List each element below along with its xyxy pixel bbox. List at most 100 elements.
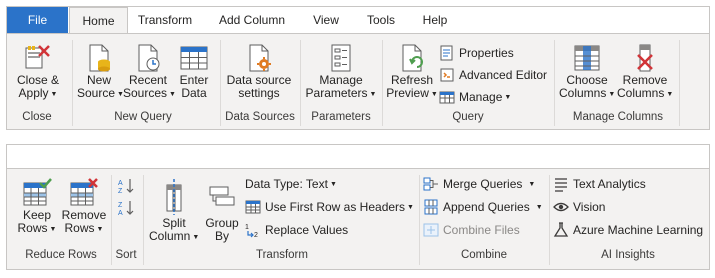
new-source-button[interactable]: New Source ▼ xyxy=(77,42,124,101)
tab-help[interactable]: Help xyxy=(415,7,455,33)
group-by-button[interactable]: Group By xyxy=(203,177,241,243)
group-divider xyxy=(72,40,73,126)
chevron-down-icon: ▼ xyxy=(369,91,377,98)
group-divider xyxy=(419,175,420,265)
group-divider xyxy=(111,175,112,265)
sort-ascending-button[interactable]: A Z xyxy=(117,177,135,195)
group-divider xyxy=(382,40,383,126)
manage-parameters-button[interactable]: Manage Parameters ▼ xyxy=(304,42,378,101)
vision-button[interactable]: Vision xyxy=(553,197,605,217)
sort-ascending-icon: A Z xyxy=(118,179,134,195)
refresh-preview-button[interactable]: Refresh Preview ▼ xyxy=(386,42,438,101)
properties-button[interactable]: Properties xyxy=(439,43,514,63)
svg-text:1: 1 xyxy=(245,224,249,231)
azure-ml-button[interactable]: Azure Machine Learning xyxy=(553,220,703,240)
text-analytics-label: Text Analytics xyxy=(573,177,646,191)
chevron-down-icon: ▼ xyxy=(666,91,674,98)
tab-transform[interactable]: Transform xyxy=(131,7,199,33)
advanced-editor-button[interactable]: Advanced Editor xyxy=(439,65,547,85)
group-divider xyxy=(549,175,550,265)
group-label-parameters: Parameters xyxy=(311,111,371,123)
manage-query-button[interactable]: Manage ▼ xyxy=(439,87,511,107)
enter-data-button[interactable]: Enter Data xyxy=(175,42,213,100)
merge-queries-label: Merge Queries xyxy=(443,177,523,191)
replace-values-icon: 12 xyxy=(245,224,258,238)
flask-icon xyxy=(553,222,569,237)
remove-columns-label-2: Columns ▼ xyxy=(617,86,674,100)
use-first-row-headers-button[interactable]: Use First Row as Headers ▼ xyxy=(245,197,414,217)
choose-columns-button[interactable]: Choose Columns ▼ xyxy=(559,42,615,101)
chevron-down-icon: ▼ xyxy=(192,234,200,241)
combine-files-button[interactable]: Combine Files xyxy=(423,220,520,240)
tab-view[interactable]: View xyxy=(305,7,347,33)
svg-text:Z: Z xyxy=(118,202,123,209)
group-divider xyxy=(143,175,144,265)
chevron-down-icon: ▼ xyxy=(430,91,438,98)
recent-sources-icon xyxy=(138,44,160,72)
data-type-label: Data Type: Text xyxy=(245,177,328,191)
append-queries-icon xyxy=(424,199,438,215)
ribbon-tab-bar: File Home Transform Add Column View Tool… xyxy=(7,7,709,34)
recent-sources-label-2: Sources ▼ xyxy=(123,86,176,100)
properties-label: Properties xyxy=(459,46,514,60)
merge-queries-button[interactable]: Merge Queries ▼ xyxy=(423,174,535,194)
append-queries-button[interactable]: Append Queries ▼ xyxy=(423,197,543,217)
tab-file[interactable]: File xyxy=(7,7,68,33)
enter-data-label-2: Data xyxy=(181,86,207,100)
advanced-editor-icon xyxy=(440,68,454,82)
group-label-reduce-rows: Reduce Rows xyxy=(25,249,97,261)
recent-sources-button[interactable]: Recent Sources ▼ xyxy=(123,42,176,101)
group-by-icon xyxy=(209,186,235,206)
advanced-editor-label: Advanced Editor xyxy=(459,68,548,82)
text-analytics-icon xyxy=(555,178,567,192)
data-source-settings-label-2: settings xyxy=(238,86,280,100)
refresh-preview-label-2: Preview ▼ xyxy=(386,86,438,100)
chevron-down-icon: ▼ xyxy=(49,226,57,233)
group-label-new-query: New Query xyxy=(114,111,172,123)
tab-add-column[interactable]: Add Column xyxy=(210,7,294,33)
properties-icon xyxy=(440,45,453,61)
replace-values-label: Replace Values xyxy=(265,223,349,237)
group-divider xyxy=(220,40,221,126)
combine-files-label: Combine Files xyxy=(443,223,520,237)
svg-text:2: 2 xyxy=(254,232,258,238)
parameters-icon xyxy=(331,44,351,72)
close-apply-label-2: Apply ▼ xyxy=(18,86,58,100)
manage-table-icon xyxy=(439,91,455,104)
tab-tools[interactable]: Tools xyxy=(358,7,404,33)
group-divider xyxy=(554,40,555,126)
keep-rows-label-2: Rows ▼ xyxy=(17,221,57,235)
group-label-query: Query xyxy=(452,111,484,123)
group-label-ai-insights: AI Insights xyxy=(601,249,655,261)
remove-columns-button[interactable]: Remove Columns ▼ xyxy=(617,42,673,101)
close-apply-button[interactable]: Close & Apply ▼ xyxy=(13,42,63,101)
chevron-down-icon: ▼ xyxy=(96,226,104,233)
combine-files-icon xyxy=(423,223,439,237)
remove-rows-icon xyxy=(70,178,98,206)
replace-values-button[interactable]: 12 Replace Values xyxy=(245,220,348,240)
group-divider xyxy=(679,40,680,126)
first-row-headers-label: Use First Row as Headers xyxy=(265,200,406,214)
new-source-icon xyxy=(89,44,110,72)
vision-label: Vision xyxy=(573,200,606,214)
remove-rows-button[interactable]: Remove Rows ▼ xyxy=(61,177,107,236)
tab-home[interactable]: Home xyxy=(69,7,128,34)
sort-descending-button[interactable]: Z A xyxy=(117,199,135,217)
manage-parameters-label-2: Parameters ▼ xyxy=(305,86,377,100)
remove-rows-label-2: Rows ▼ xyxy=(64,221,104,235)
keep-rows-button[interactable]: Keep Rows ▼ xyxy=(15,177,59,236)
transform-ribbon-body: Keep Rows ▼ Remove Rows ▼ Reduce Rows A Z xyxy=(7,168,709,269)
append-queries-label: Append Queries xyxy=(443,200,530,214)
merge-queries-icon xyxy=(423,177,438,191)
text-analytics-button[interactable]: Text Analytics xyxy=(553,174,646,194)
group-label-data-sources: Data Sources xyxy=(225,111,295,123)
data-source-settings-button[interactable]: Data source settings xyxy=(225,42,293,100)
refresh-icon xyxy=(402,44,423,72)
group-label-close: Close xyxy=(22,111,52,123)
close-apply-icon xyxy=(25,45,50,69)
split-column-button[interactable]: Split Column ▼ xyxy=(149,177,199,244)
chevron-down-icon: ▼ xyxy=(504,93,512,101)
data-type-dropdown[interactable]: Data Type: Text ▼ xyxy=(245,174,337,194)
chevron-down-icon: ▼ xyxy=(50,91,58,98)
group-label-sort: Sort xyxy=(115,249,137,261)
